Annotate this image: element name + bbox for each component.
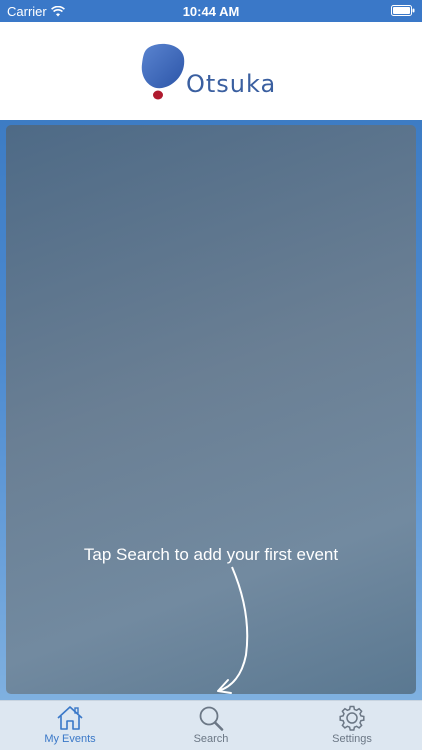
- logo-text: Otsuka: [186, 70, 277, 98]
- tab-search[interactable]: Search: [151, 705, 271, 749]
- events-area: Tap Search to add your first event: [0, 120, 422, 700]
- arrow-down-icon: [217, 566, 249, 694]
- battery-icon: [391, 5, 415, 16]
- status-bar: Carrier 10:44 AM: [0, 0, 422, 22]
- otsuka-logo: Otsuka: [138, 42, 288, 104]
- app-header: Otsuka: [0, 22, 422, 120]
- tab-label-my-events: My Events: [44, 733, 96, 745]
- status-time: 10:44 AM: [182, 4, 240, 19]
- tab-bar: My Events Search Settings: [0, 700, 422, 750]
- search-icon: [199, 706, 224, 731]
- tab-label-search: Search: [193, 733, 229, 745]
- tab-settings[interactable]: Settings: [292, 705, 412, 749]
- logo-mark-icon: [141, 43, 185, 100]
- tab-label-settings: Settings: [332, 733, 372, 745]
- home-icon: [57, 706, 83, 730]
- gear-icon: [339, 705, 365, 731]
- empty-state-hint: Tap Search to add your first event: [83, 545, 339, 564]
- tab-my-events[interactable]: My Events: [10, 705, 130, 749]
- empty-events-panel: Tap Search to add your first event: [6, 125, 416, 694]
